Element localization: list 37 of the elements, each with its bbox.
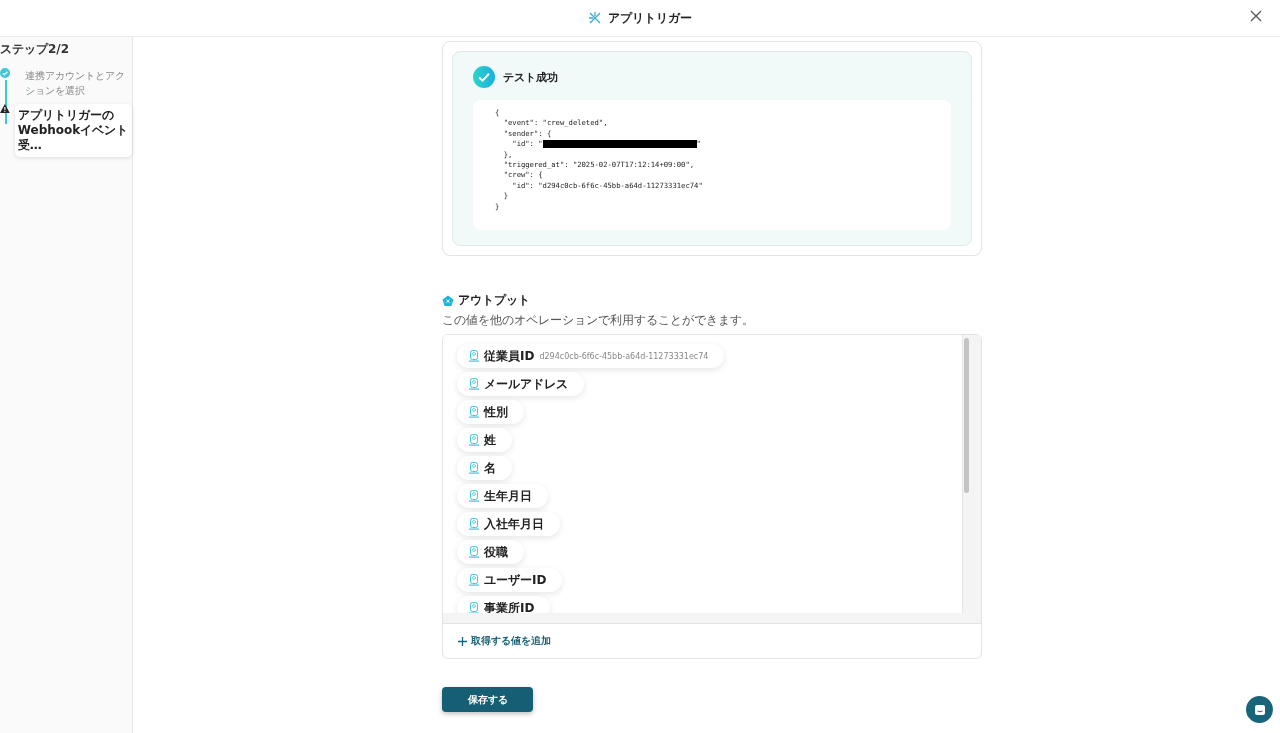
- chat-icon: [1253, 703, 1266, 716]
- user-icon: [469, 518, 479, 531]
- user-icon: [469, 490, 479, 503]
- logo-icon: [588, 11, 602, 25]
- window-title: アプリトリガー: [608, 9, 692, 27]
- check-icon: [473, 66, 495, 88]
- user-icon: [469, 378, 479, 391]
- result-title: テスト成功: [503, 69, 558, 85]
- add-value-button[interactable]: 取得する値を追加: [458, 634, 551, 649]
- close-icon[interactable]: [1250, 10, 1262, 22]
- output-chip[interactable]: ユーザーID: [457, 568, 563, 593]
- output-chip[interactable]: 性別: [457, 400, 524, 425]
- output-chip[interactable]: 役職: [457, 540, 524, 565]
- output-chip[interactable]: 姓: [457, 428, 512, 453]
- output-chip[interactable]: メールアドレス: [457, 372, 584, 397]
- user-icon: [469, 546, 479, 559]
- step-item[interactable]: アプリトリガーのWebhookイベント受…: [14, 104, 132, 157]
- output-chip[interactable]: 生年月日: [457, 484, 548, 509]
- plus-icon: [458, 636, 467, 646]
- output-chip[interactable]: 名: [457, 456, 512, 481]
- output-chip[interactable]: 従業員ID d294c0cb-6f6c-45bb-a64d-11273331ec74: [457, 344, 725, 369]
- output-chip[interactable]: 入社年月日: [457, 512, 560, 537]
- pentagon-icon: [442, 294, 454, 307]
- save-button[interactable]: 保存する: [442, 687, 533, 713]
- user-icon: [469, 406, 479, 419]
- section-description: この値を他のオペレーションで利用することができます。: [442, 312, 755, 330]
- chat-button[interactable]: [1246, 696, 1273, 723]
- scrollbar-thumb[interactable]: [964, 338, 969, 494]
- user-icon: [469, 574, 479, 587]
- step-label: ステップ2/2: [0, 41, 71, 58]
- user-icon: [469, 350, 479, 363]
- user-icon: [469, 434, 479, 447]
- output-chip[interactable]: 事業所ID: [457, 596, 551, 614]
- step-item[interactable]: 連携アカウントとアクションを選択: [20, 68, 132, 98]
- section-title: アウトプット: [458, 292, 530, 310]
- user-icon: [469, 602, 479, 614]
- user-icon: [469, 462, 479, 475]
